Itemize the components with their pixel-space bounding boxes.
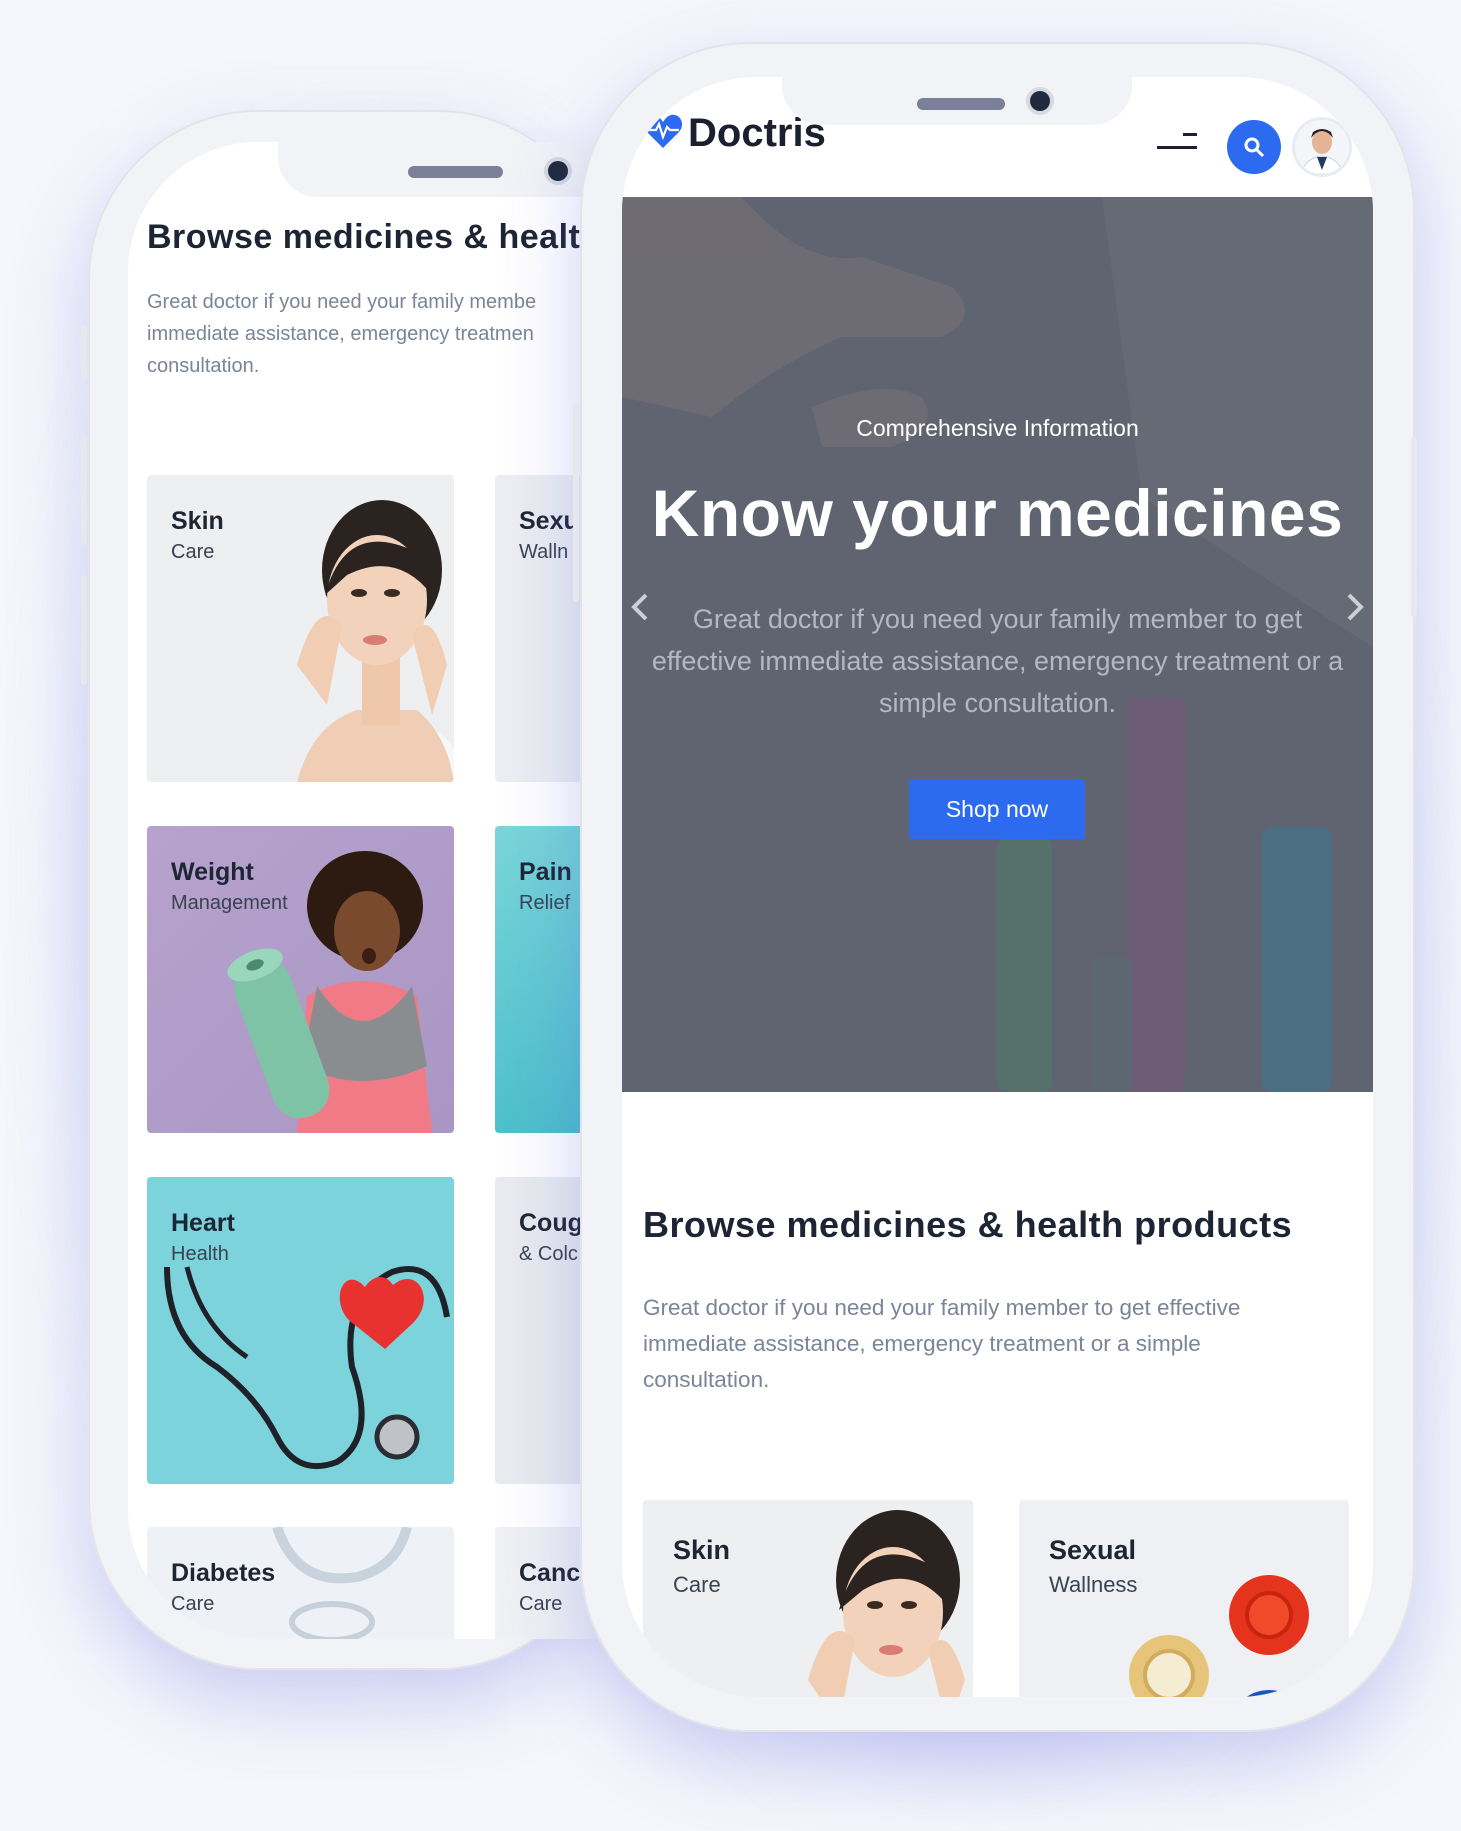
category-card-diabetes[interactable]: Diabetes Care bbox=[147, 1527, 454, 1639]
phone-camera bbox=[548, 161, 568, 181]
section-title: Browse medicines & healt bbox=[147, 218, 581, 256]
card-title: Weight bbox=[171, 858, 254, 886]
hamburger-icon[interactable] bbox=[1157, 133, 1197, 159]
section-description: Great doctor if you need your family mem… bbox=[643, 1295, 1241, 1392]
card-title: Diabetes bbox=[171, 1559, 276, 1587]
card-title: Heart bbox=[171, 1209, 235, 1237]
card-subtitle: Care bbox=[673, 1572, 721, 1597]
doctor-avatar-image bbox=[1295, 120, 1349, 174]
phone-side-button bbox=[81, 325, 87, 380]
chevron-left-icon[interactable] bbox=[626, 587, 656, 627]
card-title: Skin bbox=[673, 1535, 731, 1565]
front-phone: Doctris Comprehensive Information Know y… bbox=[573, 42, 1417, 1732]
card-subtitle: Care bbox=[171, 541, 215, 563]
card-subtitle: Care bbox=[171, 1593, 215, 1615]
card-title: Pain bbox=[519, 858, 572, 886]
phone-side-button bbox=[1411, 437, 1417, 617]
card-subtitle: Walln bbox=[519, 541, 569, 563]
section-description: Great doctor if you need your family mem… bbox=[147, 291, 537, 377]
section-title: Browse medicines & health products bbox=[643, 1204, 1293, 1245]
phone-side-button bbox=[573, 402, 579, 602]
phone-notch bbox=[278, 142, 628, 197]
search-button[interactable] bbox=[1227, 120, 1281, 174]
card-subtitle: Wallness bbox=[1049, 1572, 1138, 1597]
chevron-right-icon[interactable] bbox=[1339, 587, 1369, 627]
hero-banner: Comprehensive Information Know your medi… bbox=[622, 197, 1373, 1092]
card-title: Sexu bbox=[519, 507, 579, 535]
shop-now-button[interactable]: Shop now bbox=[909, 779, 1085, 839]
hero-title: Know your medicines bbox=[651, 476, 1344, 550]
card-title: Coug bbox=[519, 1209, 583, 1237]
back-phone-screen: Browse medicines & healt Great doctor if… bbox=[128, 142, 628, 1639]
woman-face-image bbox=[808, 1510, 965, 1697]
category-card-skin[interactable]: Skin Care bbox=[147, 475, 454, 782]
category-card-heart[interactable]: Heart Health bbox=[147, 1177, 454, 1484]
doctor-avatar[interactable] bbox=[1295, 120, 1349, 174]
card-subtitle: & Colc bbox=[519, 1243, 578, 1265]
search-icon bbox=[1244, 137, 1265, 158]
card-title: Canc bbox=[519, 1559, 581, 1587]
card-subtitle: Relief bbox=[519, 892, 571, 914]
hero-description: Great doctor if you need your family mem… bbox=[651, 604, 1344, 718]
phone-speaker bbox=[408, 166, 503, 178]
front-phone-screen: Doctris Comprehensive Information Know y… bbox=[622, 77, 1373, 1697]
hero-kicker: Comprehensive Information bbox=[856, 415, 1139, 441]
card-subtitle: Care bbox=[519, 1593, 563, 1615]
phone-side-button bbox=[81, 435, 87, 545]
phone-side-button bbox=[81, 575, 87, 685]
category-card-weight[interactable]: Weight Management bbox=[147, 826, 454, 1133]
condom-packets-image bbox=[1129, 1575, 1309, 1697]
category-card-sexual[interactable]: Sexual Wallness bbox=[1019, 1500, 1349, 1697]
phone-camera bbox=[1030, 91, 1050, 111]
card-subtitle: Health bbox=[171, 1243, 229, 1265]
heart-logo-icon bbox=[643, 114, 683, 148]
back-phone: Browse medicines & healt Great doctor if… bbox=[81, 110, 628, 1670]
card-subtitle: Management bbox=[171, 892, 288, 914]
card-title: Sexual bbox=[1049, 1535, 1137, 1565]
card-title: Skin bbox=[171, 507, 224, 535]
category-card-skin[interactable]: Skin Care bbox=[643, 1500, 973, 1697]
phone-notch bbox=[782, 77, 1132, 125]
phone-speaker bbox=[917, 98, 1005, 110]
